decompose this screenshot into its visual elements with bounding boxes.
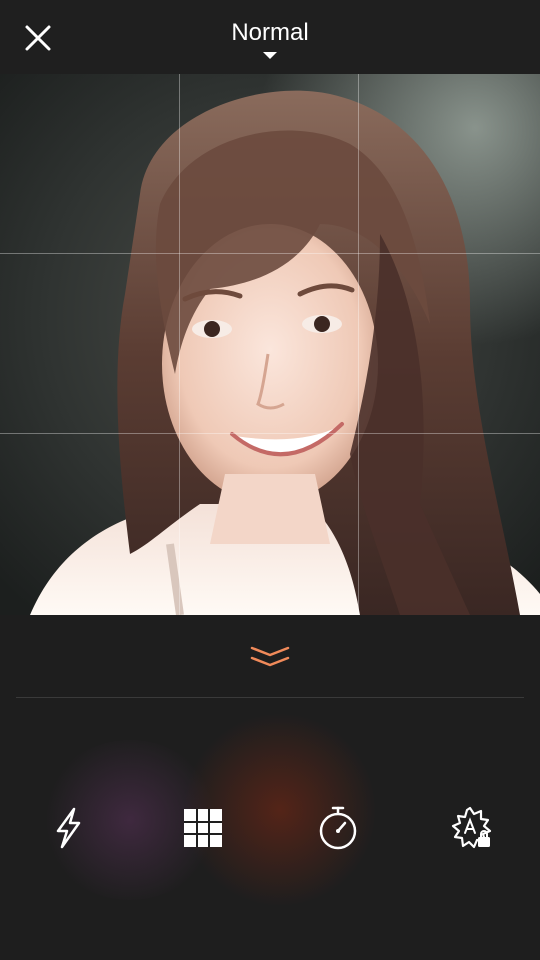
auto-exposure-lock-icon: [451, 806, 492, 849]
mode-selector[interactable]: Normal: [170, 18, 370, 68]
caret-down-icon: [263, 52, 277, 59]
flash-icon: [56, 807, 81, 849]
divider: [16, 697, 524, 698]
camera-viewfinder[interactable]: [0, 74, 540, 615]
timer-button[interactable]: [310, 800, 366, 856]
grid-toggle-button[interactable]: [175, 800, 231, 856]
grid-line: [0, 253, 540, 254]
camera-preview-image: [0, 74, 540, 615]
double-chevron-down-icon: [250, 646, 290, 667]
top-bar: Normal: [0, 0, 540, 74]
flash-button[interactable]: [40, 800, 96, 856]
grid-line: [0, 433, 540, 434]
timer-icon: [319, 806, 357, 850]
close-icon: [25, 25, 51, 51]
expand-filters-button[interactable]: [240, 636, 300, 676]
auto-exposure-lock-button[interactable]: [444, 800, 500, 856]
grid-line: [179, 74, 180, 615]
grid-icon: [184, 809, 222, 847]
grid-line: [358, 74, 359, 615]
close-button[interactable]: [18, 18, 58, 58]
mode-label: Normal: [231, 19, 309, 46]
